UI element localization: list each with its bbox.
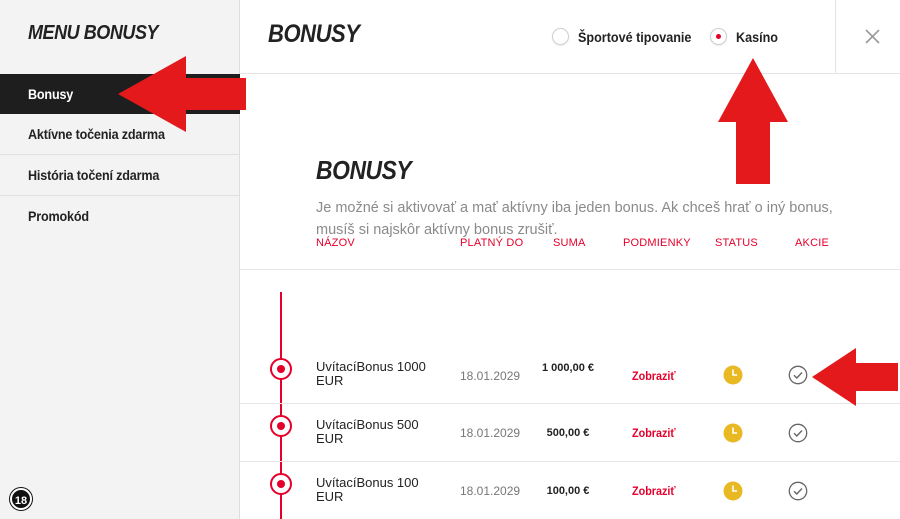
page-title: BONUSY bbox=[268, 20, 360, 48]
timeline-node-icon bbox=[270, 473, 292, 495]
bonus-valid-until: 18.01.2029 bbox=[460, 369, 521, 383]
header-divider bbox=[835, 0, 836, 74]
bonus-name: UvítacíBonus 100 EUR bbox=[316, 475, 419, 504]
timeline-node-icon bbox=[270, 358, 292, 380]
column-header-suma: SUMA bbox=[553, 237, 586, 249]
check-icon[interactable] bbox=[788, 365, 808, 385]
bonus-sum: 100,00 € bbox=[546, 485, 590, 497]
conditions-link[interactable]: Zobraziť bbox=[632, 369, 676, 383]
clock-icon bbox=[723, 423, 743, 443]
check-icon[interactable] bbox=[788, 423, 808, 443]
timeline-node-icon bbox=[270, 415, 292, 437]
clock-icon bbox=[723, 481, 743, 501]
row-divider bbox=[240, 403, 900, 404]
arrow-up-annotation-icon bbox=[718, 58, 788, 184]
clock-icon bbox=[723, 365, 743, 385]
header: BONUSY Športové tipovanie Kasíno bbox=[240, 0, 900, 74]
bonus-valid-until: 18.01.2029 bbox=[460, 484, 521, 498]
column-header-podmienky: PODMIENKY bbox=[623, 237, 691, 249]
bonus-page: MENU BONUSY Bonusy Aktívne točenia zdarm… bbox=[0, 0, 900, 519]
arrow-left-annotation-icon bbox=[118, 56, 246, 132]
close-icon bbox=[865, 29, 880, 44]
row-divider bbox=[240, 461, 900, 462]
section-description: Je možné si aktivovať a mať aktívny iba … bbox=[316, 200, 833, 238]
radio-label: Športové tipovanie bbox=[578, 28, 692, 45]
radio-kasino[interactable]: Kasíno bbox=[710, 28, 783, 45]
bonus-name: UvítacíBonus 500 EUR bbox=[316, 417, 419, 446]
column-header-platny-do: PLATNÝ DO bbox=[460, 237, 524, 249]
bonus-sum: 1 000,00 € bbox=[542, 362, 594, 374]
radio-button[interactable] bbox=[552, 28, 569, 45]
radio-sportove-tipovanie[interactable]: Športové tipovanie bbox=[552, 28, 704, 45]
conditions-link[interactable]: Zobraziť bbox=[632, 426, 676, 440]
main-content: BONUSY Je možné si aktivovať a mať aktív… bbox=[240, 75, 900, 519]
sidebar-title: MENU BONUSY bbox=[28, 22, 159, 44]
bonus-name: UvítacíBonus 1000 EUR bbox=[316, 359, 426, 388]
section-title: BONUSY bbox=[316, 155, 412, 185]
radio-button-checked[interactable] bbox=[710, 28, 727, 45]
sidebar-item-label: Promokód bbox=[28, 208, 89, 224]
age-restriction-badge: 18 bbox=[10, 488, 32, 510]
radio-label: Kasíno bbox=[736, 28, 779, 45]
check-icon[interactable] bbox=[788, 481, 808, 501]
bonus-sum: 500,00 € bbox=[546, 427, 590, 439]
column-header-status: STATUS bbox=[715, 237, 758, 249]
divider bbox=[240, 269, 900, 270]
sidebar-item-promokod[interactable]: Promokód bbox=[0, 196, 240, 237]
close-button[interactable] bbox=[860, 24, 884, 48]
column-header-nazov: NÁZOV bbox=[316, 237, 355, 249]
arrow-left-annotation-icon bbox=[812, 348, 898, 406]
sidebar-item-historia-toceni[interactable]: História točení zdarma bbox=[0, 155, 240, 196]
sidebar-item-label: História točení zdarma bbox=[28, 167, 160, 183]
bonus-valid-until: 18.01.2029 bbox=[460, 426, 521, 440]
sidebar-item-label: Bonusy bbox=[28, 86, 74, 102]
column-header-akcie: AKCIE bbox=[795, 237, 830, 249]
conditions-link[interactable]: Zobraziť bbox=[632, 484, 676, 498]
